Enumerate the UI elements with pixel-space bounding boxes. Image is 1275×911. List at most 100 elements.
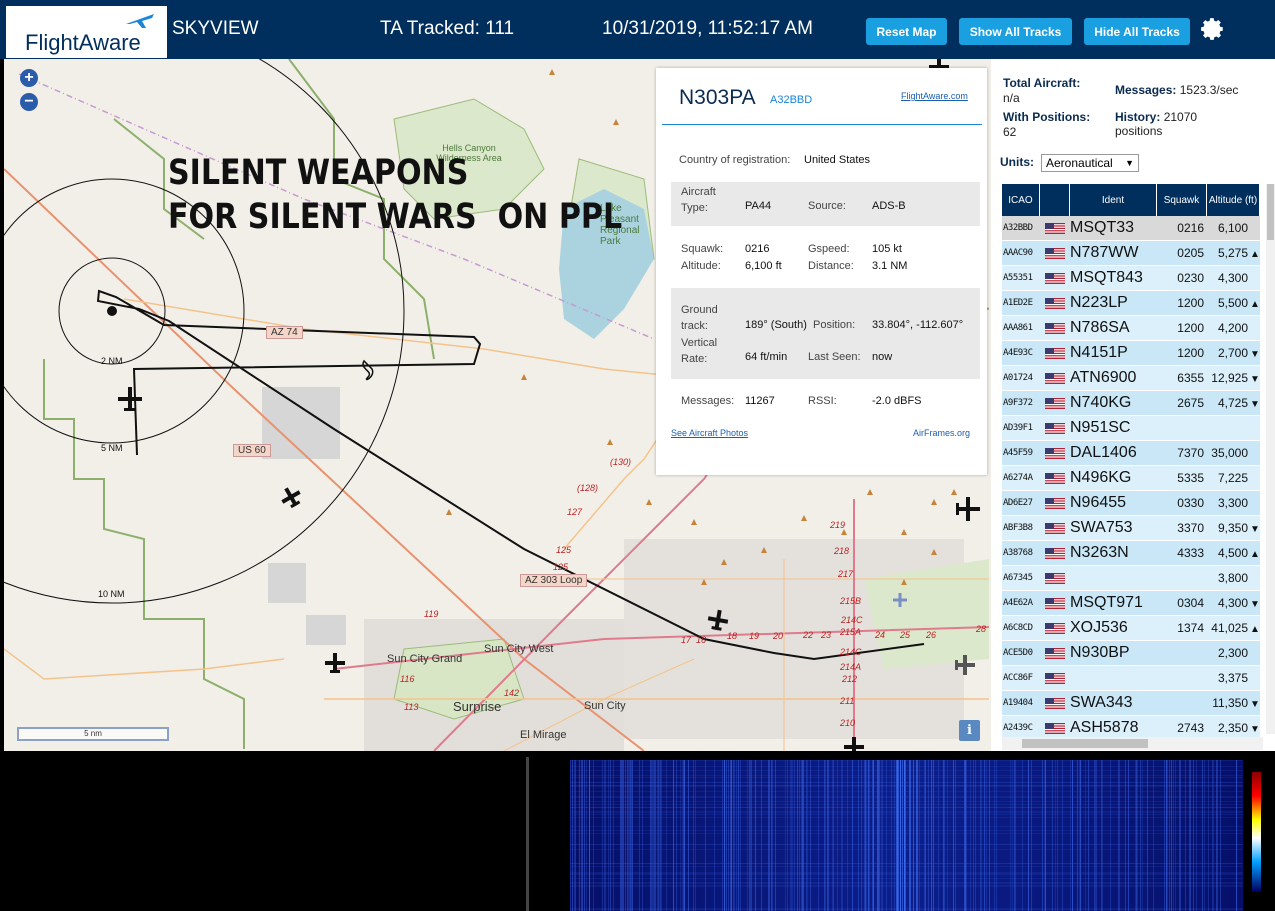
altitude-value: 35,000 <box>1211 446 1248 460</box>
route-number: 125 <box>553 562 569 572</box>
table-row[interactable]: A19404 SWA343 11,350 ▼ <box>1002 691 1260 716</box>
flag-cell <box>1040 422 1070 434</box>
selected-ident: N303PA <box>679 86 756 109</box>
trend-icon: ▲ <box>1250 624 1260 635</box>
aircraft-table: ICAO Ident Squawk Altitude (ft) A32BBD MS… <box>1002 184 1260 739</box>
aircraft-photos-link[interactable]: See Aircraft Photos <box>671 428 748 438</box>
altitude-value: 4,300 <box>1217 271 1248 285</box>
squawk-cell: 1200 <box>1177 346 1204 360</box>
ident-cell: N787WW <box>1070 244 1139 261</box>
ident-cell: N3263N <box>1070 544 1129 561</box>
col-altitude[interactable]: Altitude (ft) <box>1207 184 1260 216</box>
icao-cell: A4E93C <box>1003 348 1033 358</box>
icao-cell: A6274A <box>1003 473 1033 483</box>
units-select[interactable]: Aeronautical ▼ <box>1041 154 1139 172</box>
table-row[interactable]: A4E62A MSQT971 0304 4,300 ▼ <box>1002 591 1260 616</box>
table-row[interactable]: AAAC90 N787WW 0205 5,275 ▲ <box>1002 241 1260 266</box>
flightaware-link[interactable]: FlightAware.com <box>901 91 968 101</box>
zoom-in-button[interactable]: + <box>20 69 38 87</box>
col-squawk[interactable]: Squawk <box>1157 184 1207 216</box>
ring-label: 5 NM <box>101 443 123 453</box>
table-row[interactable]: A6C8CD XOJ536 1374 41,025 ▲ <box>1002 616 1260 641</box>
table-row[interactable]: A9F372 N740KG 2675 4,725 ▼ <box>1002 391 1260 416</box>
table-row[interactable]: AAA861 N786SA 1200 4,200 <box>1002 316 1260 341</box>
chevron-down-icon: ▼ <box>1125 158 1134 168</box>
table-row[interactable]: A6274A N496KG 5335 7,225 <box>1002 466 1260 491</box>
squawk-cell: 0304 <box>1177 596 1204 610</box>
squawk-cell: 0330 <box>1177 496 1204 510</box>
table-row[interactable]: A32BBD MSQT33 0216 6,100 <box>1002 216 1260 241</box>
trend-icon: ▼ <box>1250 399 1260 410</box>
altitude-value: 4,725 <box>1217 396 1248 410</box>
units-label-text: Units: <box>1000 155 1034 169</box>
route-number: 22 <box>803 630 814 640</box>
table-row[interactable]: AD39F1 N951SC <box>1002 416 1260 441</box>
us-flag-icon <box>1045 322 1065 334</box>
show-all-tracks-button[interactable]: Show All Tracks <box>959 18 1072 45</box>
table-header: ICAO Ident Squawk Altitude (ft) <box>1002 184 1260 216</box>
horizontal-scrollbar[interactable] <box>1002 737 1263 750</box>
table-row[interactable]: ACE5D0 N930BP 2,300 <box>1002 641 1260 666</box>
table-row[interactable]: A45F59 DAL1406 7370 35,000 <box>1002 441 1260 466</box>
flag-cell <box>1040 297 1070 309</box>
units-label: Units: <box>1000 155 1034 169</box>
table-row[interactable]: A38768 N3263N 4333 4,500 ▲ <box>1002 541 1260 566</box>
table-row[interactable]: AD6E27 N96455 0330 3,300 <box>1002 491 1260 516</box>
divider <box>526 757 529 911</box>
ident-cell: N496KG <box>1070 469 1132 486</box>
altitude-value: 6,100 <box>1217 221 1248 235</box>
table-row[interactable]: A1ED2E N223LP 1200 5,500 ▲ <box>1002 291 1260 316</box>
icao-cell: A2439C <box>1003 723 1033 733</box>
table-row[interactable]: ABF3B8 SWA753 3370 9,350 ▼ <box>1002 516 1260 541</box>
place-label: Sun City <box>584 700 626 712</box>
us-flag-icon <box>1045 547 1065 559</box>
hide-all-tracks-button[interactable]: Hide All Tracks <box>1084 18 1190 45</box>
app-name: SKYVIEW <box>172 18 259 39</box>
route-number: 23 <box>821 630 832 640</box>
squawk-cell: 0216 <box>1177 221 1204 235</box>
altitude-cell: 41,025 ▲ <box>1207 621 1260 635</box>
scroll-thumb[interactable] <box>1022 739 1148 748</box>
icao-cell: A55351 <box>1003 273 1033 283</box>
icao-cell: A45F59 <box>1003 448 1033 458</box>
us-flag-icon <box>1045 297 1065 309</box>
ident-cell: N4151P <box>1070 344 1128 361</box>
flag-cell <box>1040 372 1070 384</box>
table-row[interactable]: A4E93C N4151P 1200 2,700 ▼ <box>1002 341 1260 366</box>
altitude-value: 5,500 <box>1217 296 1248 310</box>
scroll-thumb[interactable] <box>1267 184 1274 240</box>
route-number: 119 <box>424 609 439 619</box>
altitude-value: 4,200 <box>1217 321 1248 335</box>
gear-icon[interactable] <box>1200 16 1226 42</box>
flightaware-logo[interactable]: FlightAware <box>6 6 167 58</box>
total-aircraft-label-text: Total Aircraft: <box>1003 76 1081 90</box>
distance-value: 3.1 NM <box>872 260 908 272</box>
table-row[interactable]: ACC86F 3,375 <box>1002 666 1260 691</box>
place-label: El Mirage <box>520 729 567 741</box>
altitude-label: Altitude: <box>681 260 721 272</box>
selected-hex[interactable]: A32BBD <box>770 94 812 106</box>
flag-cell <box>1040 322 1070 334</box>
us-flag-icon <box>1045 647 1065 659</box>
vertical-scrollbar[interactable] <box>1266 184 1275 734</box>
gspeed-value: 105 kt <box>872 243 902 255</box>
flag-cell <box>1040 722 1070 734</box>
altitude-value: 6,100 ft <box>745 260 782 272</box>
table-row[interactable]: A2439C ASH5878 2743 2,350 ▼ <box>1002 716 1260 739</box>
table-row[interactable]: A55351 MSQT843 0230 4,300 <box>1002 266 1260 291</box>
col-ident[interactable]: Ident <box>1070 184 1157 216</box>
col-icao[interactable]: ICAO <box>1002 184 1040 216</box>
route-number: 219 <box>830 520 846 530</box>
messages-rate-value: 1523.3/sec <box>1179 83 1239 97</box>
col-flag[interactable] <box>1040 184 1070 216</box>
reset-map-button[interactable]: Reset Map <box>866 18 947 45</box>
info-button[interactable]: i <box>959 720 980 741</box>
airframes-link[interactable]: AirFrames.org <box>913 428 970 438</box>
road-label: AZ 303 Loop <box>520 574 588 587</box>
table-row[interactable]: A67345 3,800 <box>1002 566 1260 591</box>
place-label: Sun City West <box>484 643 554 655</box>
us-flag-icon <box>1045 447 1065 459</box>
aircraft-type-value: PA44 <box>745 200 772 212</box>
zoom-out-button[interactable]: − <box>20 93 38 111</box>
table-row[interactable]: A01724 ATN6900 6355 12,925 ▼ <box>1002 366 1260 391</box>
